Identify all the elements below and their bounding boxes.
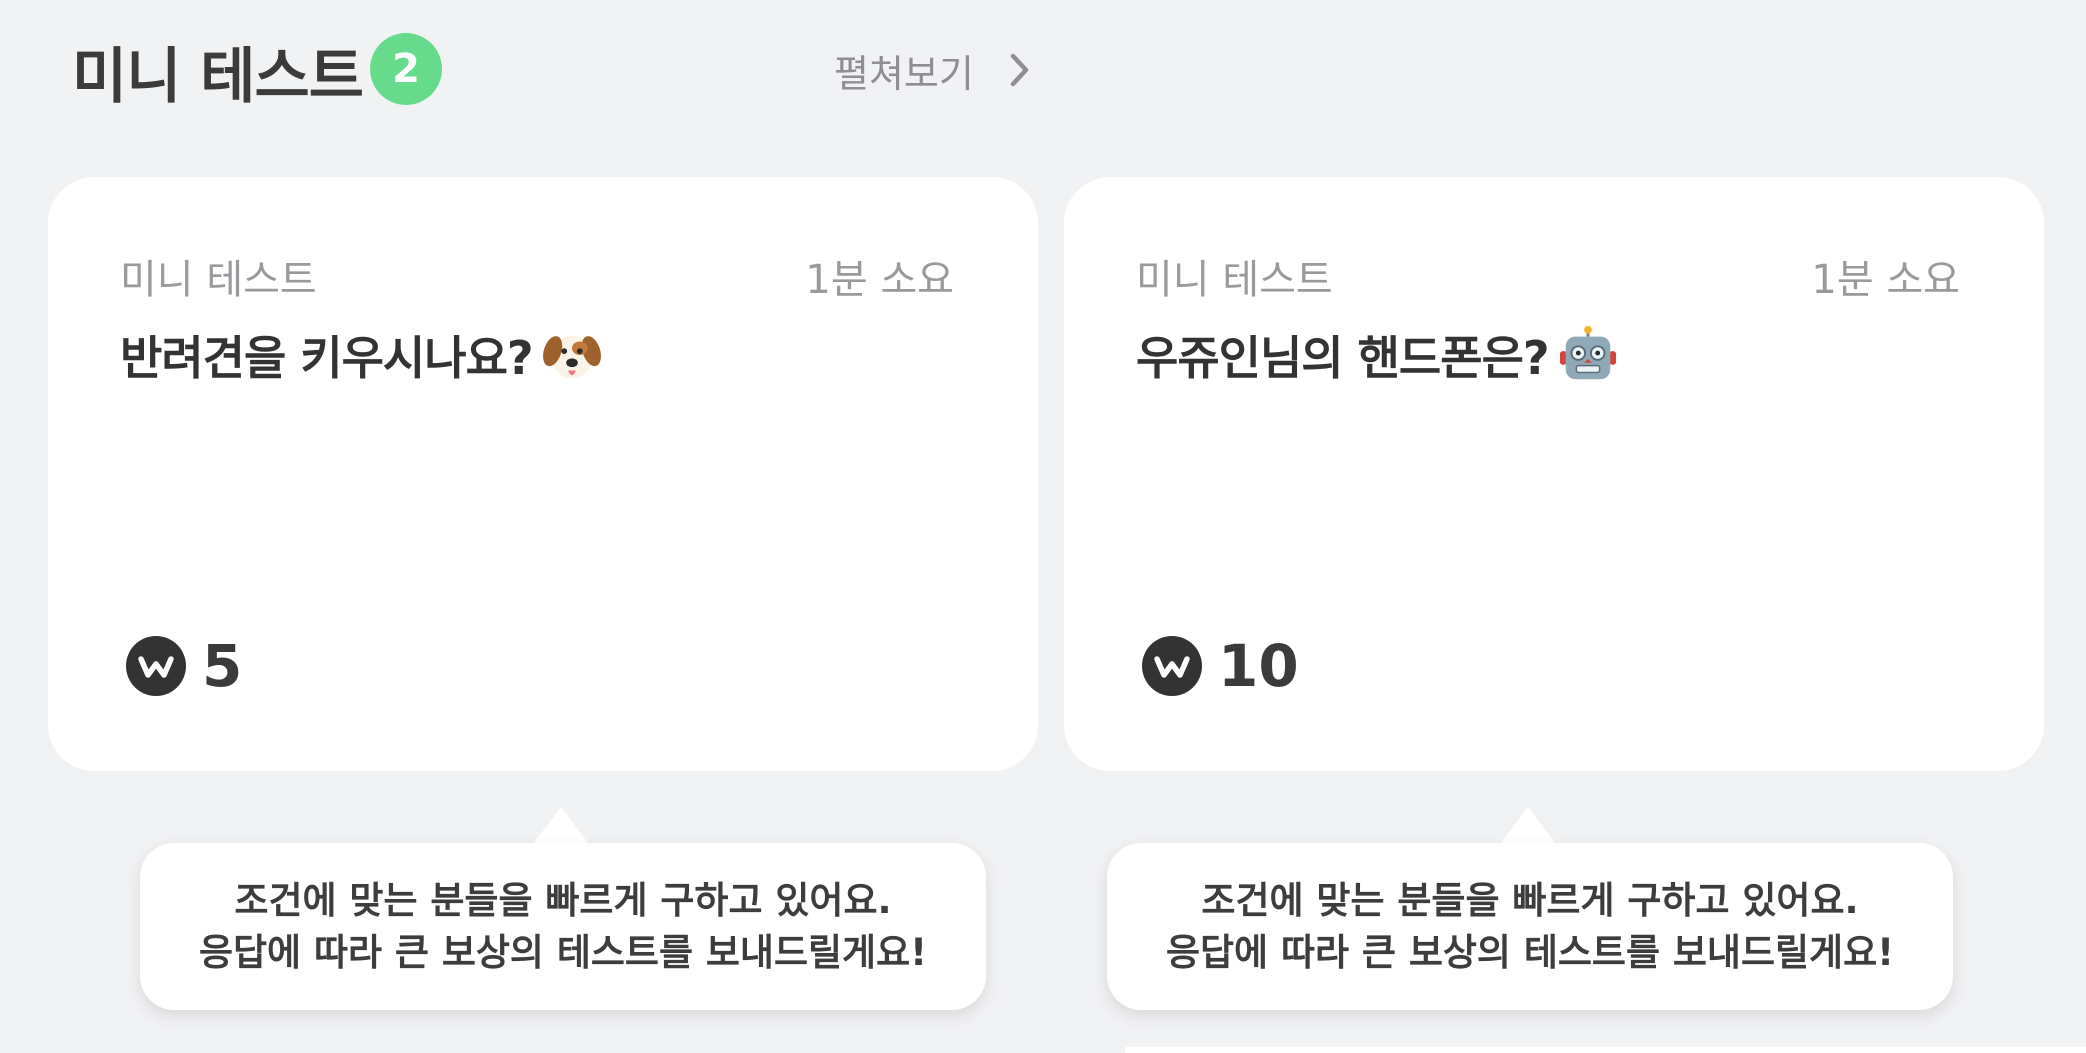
- tooltip-arrow: [533, 807, 589, 844]
- w-coin-icon: [126, 636, 186, 696]
- card-question: 우쥬인님의 핸드폰은?: [1136, 322, 1619, 388]
- reward-value: 5: [202, 632, 243, 700]
- tooltip-arrow: [1500, 807, 1556, 844]
- card-category: 미니 테스트: [1136, 257, 1333, 303]
- tooltip-line: 조건에 맞는 분들을 빠르게 구하고 있어요.: [1201, 878, 1859, 922]
- card-duration: 1분 소요: [805, 257, 954, 303]
- card-category: 미니 테스트: [120, 257, 317, 303]
- count-badge: 2: [370, 33, 442, 105]
- tooltip-line: 응답에 따라 큰 보상의 테스트를 보내드릴게요!: [198, 930, 928, 974]
- w-coin-icon: [1142, 636, 1202, 696]
- tooltip-line: 조건에 맞는 분들을 빠르게 구하고 있어요.: [234, 878, 892, 922]
- card-duration: 1분 소요: [1811, 257, 1960, 303]
- reward: 5: [126, 632, 242, 700]
- tooltip-line: 응답에 따라 큰 보상의 테스트를 보내드릴게요!: [1165, 930, 1895, 974]
- info-tooltip: 조건에 맞는 분들을 빠르게 구하고 있어요. 응답에 따라 큰 보상의 테스트…: [140, 843, 986, 1010]
- reward: 10: [1142, 632, 1299, 700]
- section-title: 미니 테스트: [72, 42, 364, 112]
- section-header: 미니 테스트 2 펼쳐보기: [0, 0, 2086, 140]
- info-tooltip: 조건에 맞는 분들을 빠르게 구하고 있어요. 응답에 따라 큰 보상의 테스트…: [1107, 843, 1953, 1010]
- card-question: 반려견을 키우시나요?: [120, 322, 603, 388]
- reward-value: 10: [1218, 632, 1299, 700]
- card-question-text: 반려견을 키우시나요?: [120, 331, 534, 385]
- mini-test-card-pet[interactable]: 미니 테스트 1분 소요 반려견을 키우시나요? 5: [48, 177, 1038, 771]
- expand-link[interactable]: 펼쳐보기: [834, 42, 1030, 98]
- chevron-right-icon: [1010, 53, 1029, 87]
- mini-test-card-phone[interactable]: 미니 테스트 1분 소요 우쥬인님의 핸드폰은? 10: [1064, 177, 2044, 771]
- expand-label: 펼쳐보기: [834, 51, 974, 96]
- robot-face-icon: [1559, 325, 1616, 380]
- dog-face-icon: [542, 335, 601, 379]
- card-question-text: 우쥬인님의 핸드폰은?: [1136, 331, 1550, 385]
- next-section-edge: [1125, 1047, 2086, 1053]
